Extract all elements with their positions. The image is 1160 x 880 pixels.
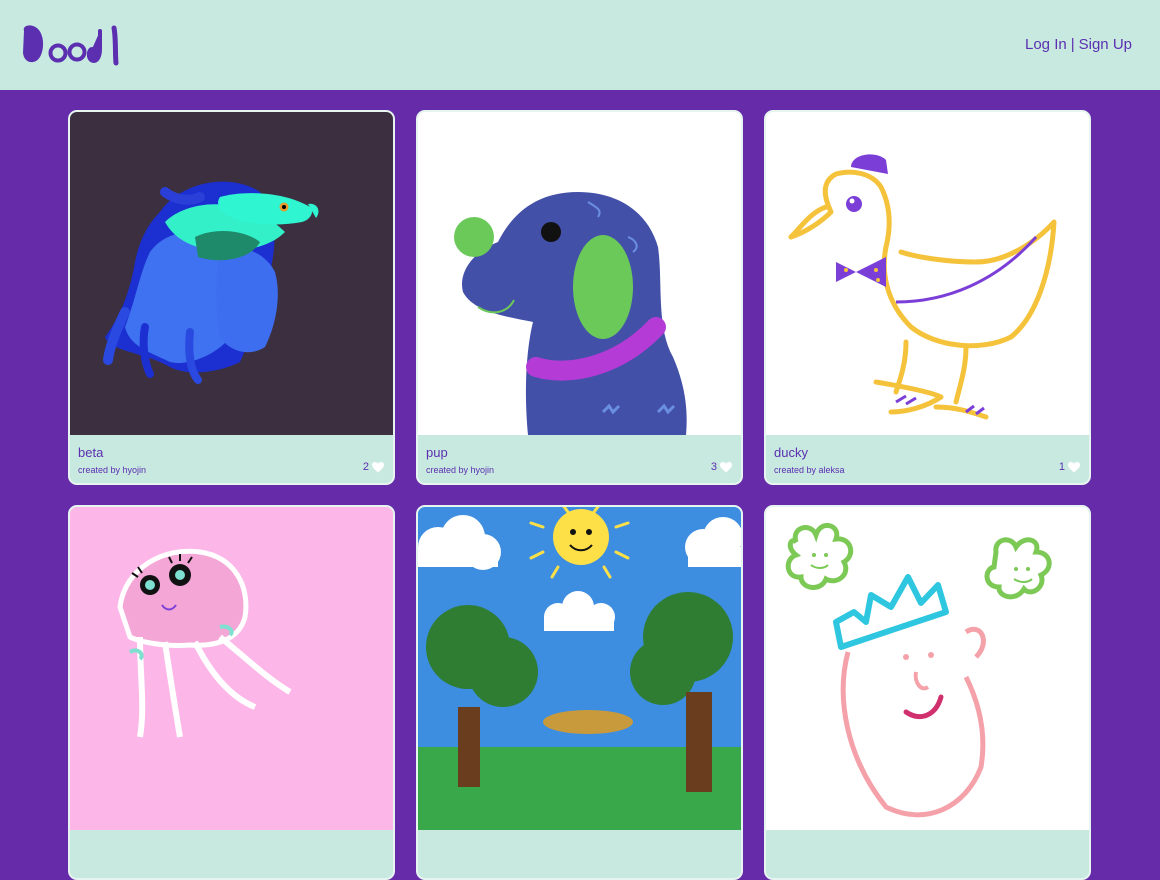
auth-separator: | bbox=[1070, 36, 1075, 53]
card-info: ducky created by aleksa 1 bbox=[766, 435, 1089, 483]
like-count: 1 bbox=[1058, 461, 1065, 473]
card-info bbox=[418, 830, 741, 878]
heart-icon[interactable] bbox=[720, 461, 732, 473]
doodle-card-king[interactable] bbox=[764, 505, 1091, 880]
card-creator[interactable]: created by hyojin bbox=[78, 465, 146, 475]
card-title[interactable]: beta bbox=[78, 445, 103, 460]
card-info bbox=[70, 830, 393, 878]
card-title[interactable]: ducky bbox=[774, 445, 808, 460]
doodle-image-ducky[interactable] bbox=[766, 112, 1089, 435]
card-creator[interactable]: created by hyojin bbox=[426, 465, 494, 475]
doodle-image-king[interactable] bbox=[766, 507, 1089, 830]
doodle-card-ducky[interactable]: ducky created by aleksa 1 bbox=[764, 110, 1091, 485]
card-info: beta created by hyojin 2 bbox=[70, 435, 393, 483]
doodle-image-jellyfish[interactable] bbox=[70, 507, 393, 830]
heart-icon[interactable] bbox=[1068, 461, 1080, 473]
signup-link[interactable]: Sign Up bbox=[1079, 36, 1132, 53]
doodle-image-landscape[interactable] bbox=[418, 507, 741, 830]
card-info bbox=[766, 830, 1089, 878]
like-button[interactable]: 2 bbox=[363, 461, 384, 473]
auth-links: Log In | Sign Up bbox=[1025, 36, 1132, 53]
doodle-card-pup[interactable]: pup created by hyojin 3 bbox=[416, 110, 743, 485]
doodl-logo[interactable] bbox=[20, 23, 122, 69]
doodle-image-pup[interactable] bbox=[418, 112, 741, 435]
doodle-card-jellyfish[interactable] bbox=[68, 505, 395, 880]
card-title[interactable]: pup bbox=[426, 445, 448, 460]
doodle-image-beta[interactable] bbox=[70, 112, 393, 435]
like-count: 2 bbox=[362, 461, 369, 473]
doodle-card-landscape[interactable] bbox=[416, 505, 743, 880]
top-navbar: Log In | Sign Up bbox=[0, 0, 1160, 90]
doodle-card-beta[interactable]: beta created by hyojin 2 bbox=[68, 110, 395, 485]
like-count: 3 bbox=[710, 461, 717, 473]
like-button[interactable]: 3 bbox=[711, 461, 732, 473]
like-button[interactable]: 1 bbox=[1059, 461, 1080, 473]
heart-icon[interactable] bbox=[372, 461, 384, 473]
card-creator[interactable]: created by aleksa bbox=[774, 465, 845, 475]
card-info: pup created by hyojin 3 bbox=[418, 435, 741, 483]
login-link[interactable]: Log In bbox=[1025, 36, 1067, 53]
